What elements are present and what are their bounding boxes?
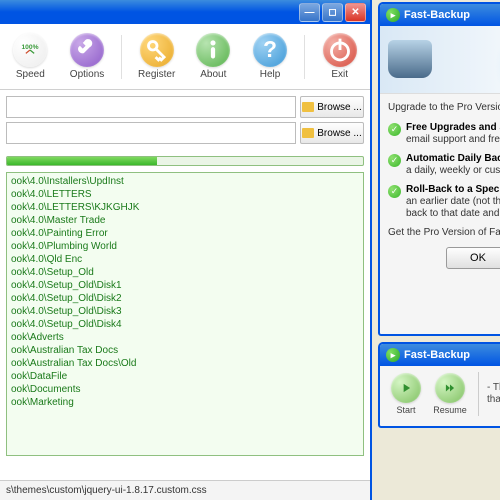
file-list-item: ook\4.0\LETTERS\KJKGHJK — [11, 201, 359, 214]
main-window: — ◻ ✕ 100% Speed Options Register — [0, 0, 372, 500]
info-icon — [196, 33, 230, 67]
close-button[interactable]: ✕ — [345, 3, 366, 22]
toolbar-label: Speed — [16, 69, 45, 80]
about-button[interactable]: About — [189, 33, 238, 80]
file-list-item: ook\Australian Tax Docs\Old — [11, 357, 359, 370]
start-dialog: ▸ Fast-Backup Start Resume - This sho ic… — [378, 342, 500, 428]
exit-button[interactable]: Exit — [315, 33, 364, 80]
play-icon — [391, 373, 421, 403]
key-icon — [140, 33, 174, 67]
browse-label: Browse ... — [317, 128, 361, 139]
maximize-button[interactable]: ◻ — [322, 3, 343, 22]
minimize-button[interactable]: — — [299, 3, 320, 22]
disk-icon — [388, 40, 432, 78]
options-button[interactable]: Options — [63, 33, 112, 80]
toolbar-label: Register — [138, 69, 175, 80]
dialog-title: Fast-Backup — [404, 349, 470, 361]
status-bar: s\themes\custom\jquery-ui-1.8.17.custom.… — [0, 480, 370, 500]
folder-icon — [302, 102, 314, 112]
file-list-item: ook\DataFile — [11, 370, 359, 383]
banner: THANKS FO FAST — [380, 26, 500, 94]
file-list-item: ook\4.0\Setup_Old\Disk1 — [11, 279, 359, 292]
ok-button[interactable]: OK — [446, 247, 500, 269]
resume-button[interactable]: Resume — [430, 373, 470, 415]
app-icon: ▸ — [386, 8, 400, 22]
file-list-item: ook\4.0\Painting Error — [11, 227, 359, 240]
path-rows: Browse ... Browse ... — [0, 90, 370, 152]
file-list-item: ook\Documents — [11, 383, 359, 396]
feature-item: ✓ Free Upgrades and Support - free email … — [388, 122, 500, 146]
separator — [121, 35, 122, 79]
wrench-icon — [70, 33, 104, 67]
file-list-item: ook\Adverts — [11, 331, 359, 344]
gauge-icon: 100% — [13, 33, 47, 67]
source-path-input[interactable] — [6, 96, 296, 118]
toolbar: 100% Speed Options Register About ? — [0, 24, 370, 90]
status-text: s\themes\custom\jquery-ui-1.8.17.custom.… — [6, 485, 207, 496]
file-list-item: ook\4.0\LETTERS — [11, 188, 359, 201]
feature-text: Automatic Daily Backups - Ru on a daily,… — [406, 153, 500, 177]
file-list-item: ook\4.0\Setup_Old\Disk4 — [11, 318, 359, 331]
start-label: Start — [396, 405, 415, 415]
register-button[interactable]: Register — [132, 33, 181, 80]
check-icon: ✓ — [388, 123, 401, 136]
check-icon: ✓ — [388, 185, 401, 198]
file-list-item: ook\4.0\Setup_Old — [11, 266, 359, 279]
toolbar-label: Options — [70, 69, 104, 80]
feature-text: Free Upgrades and Support - free email s… — [406, 122, 500, 146]
start-button[interactable]: Start — [386, 373, 426, 415]
toolbar-label: Exit — [331, 69, 348, 80]
dialog-title: Fast-Backup — [404, 9, 470, 21]
dialog-titlebar: ▸ Fast-Backup — [380, 344, 500, 366]
titlebar: — ◻ ✕ — [0, 0, 370, 24]
file-list-item: ook\Marketing — [11, 396, 359, 409]
resume-label: Resume — [433, 405, 467, 415]
feature-text: Roll-Back to a Specific Date - from an e… — [406, 184, 500, 220]
separator — [478, 372, 479, 416]
toolbar-label: About — [200, 69, 226, 80]
file-list-item: ook\4.0\Qld Enc — [11, 253, 359, 266]
browse-dest-button[interactable]: Browse ... — [300, 122, 364, 144]
app-icon: ▸ — [386, 348, 400, 362]
file-list-item: ook\4.0\Installers\UpdInst — [11, 175, 359, 188]
file-list-item: ook\4.0\Setup_Old\Disk2 — [11, 292, 359, 305]
file-list-item: ook\4.0\Setup_Old\Disk3 — [11, 305, 359, 318]
dest-path-input[interactable] — [6, 122, 296, 144]
browse-source-button[interactable]: Browse ... — [300, 96, 364, 118]
feature-item: ✓ Roll-Back to a Specific Date - from an … — [388, 184, 500, 220]
file-list: ook\4.0\Installers\UpdInstook\4.0\LETTER… — [6, 172, 364, 456]
separator — [304, 35, 305, 79]
start-note: - This sho icon that v — [487, 382, 500, 406]
fast-forward-icon — [435, 373, 465, 403]
get-pro-text: Get the Pro Version of Fast-Backup — [388, 227, 500, 239]
svg-text:?: ? — [263, 36, 277, 62]
dialog-titlebar: ▸ Fast-Backup — [380, 4, 500, 26]
power-icon — [323, 33, 357, 67]
feature-item: ✓ Automatic Daily Backups - Ru on a daily… — [388, 153, 500, 177]
folder-icon — [302, 128, 314, 138]
progress-bar — [6, 156, 364, 166]
speed-button[interactable]: 100% Speed — [6, 33, 55, 80]
question-icon: ? — [253, 33, 287, 67]
file-list-item: ook\Australian Tax Docs — [11, 344, 359, 357]
check-icon: ✓ — [388, 154, 401, 167]
upgrade-lead: Upgrade to the Pro Version and get th — [388, 102, 500, 114]
file-list-item: ook\4.0\Plumbing World — [11, 240, 359, 253]
help-button[interactable]: ? Help — [246, 33, 295, 80]
file-list-item: ook\4.0\Master Trade — [11, 214, 359, 227]
toolbar-label: Help — [260, 69, 281, 80]
upgrade-dialog: ▸ Fast-Backup THANKS FO FAST Upgrade to … — [378, 2, 500, 336]
browse-label: Browse ... — [317, 102, 361, 113]
